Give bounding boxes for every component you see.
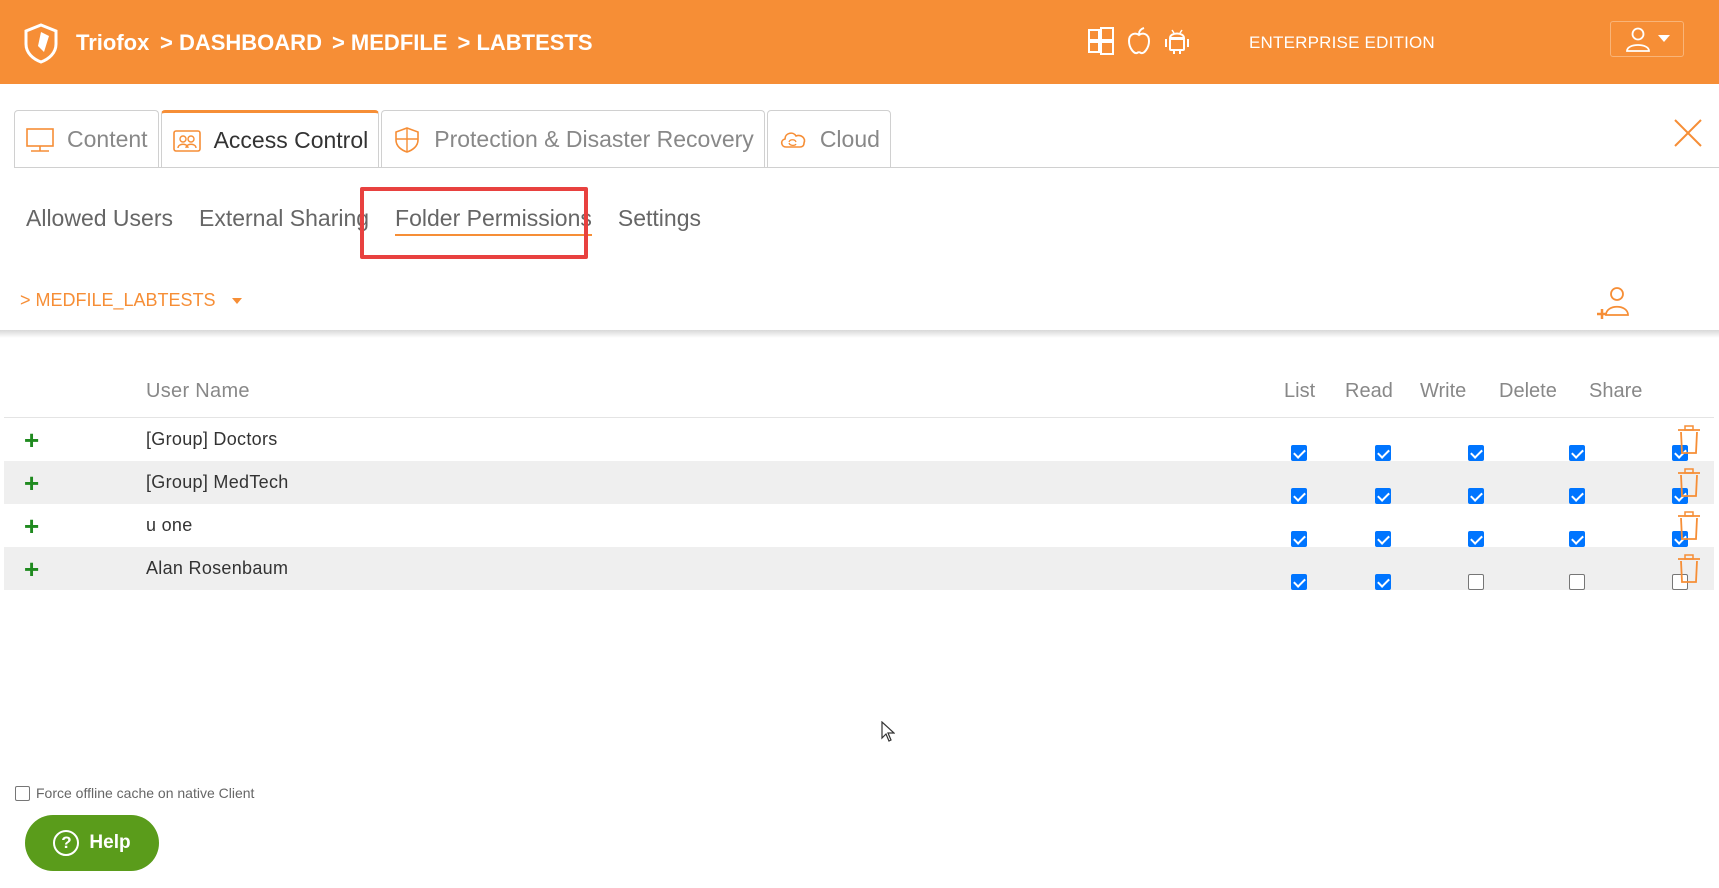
expand-plus-icon[interactable]: + xyxy=(24,513,44,539)
tab-protection-label: Protection & Disaster Recovery xyxy=(434,126,754,152)
tab-cloud-label: Cloud xyxy=(819,126,880,152)
table-row: + u one xyxy=(4,504,1714,547)
write-permission-checkbox[interactable] xyxy=(1468,487,1484,504)
brand-name[interactable]: Triofox xyxy=(76,30,149,56)
tab-content-label: Content xyxy=(67,126,148,152)
read-permission-checkbox[interactable] xyxy=(1375,444,1391,461)
main-tabs: Content Access Control Protection & Disa… xyxy=(14,110,893,168)
column-header-read: Read xyxy=(1345,379,1393,402)
shield-icon xyxy=(395,126,420,153)
column-header-list: List xyxy=(1284,379,1316,402)
read-permission-checkbox[interactable] xyxy=(1375,487,1391,504)
tab-content[interactable]: Content xyxy=(14,110,159,168)
help-button[interactable]: ? Help xyxy=(25,815,159,871)
offline-cache-option: Force offline cache on native Client xyxy=(15,785,254,801)
delete-trash-icon[interactable] xyxy=(1676,467,1702,498)
delete-permission-checkbox[interactable] xyxy=(1569,487,1585,504)
tab-access-control-label: Access Control xyxy=(213,127,369,153)
expand-plus-icon[interactable]: + xyxy=(24,427,44,453)
write-permission-checkbox[interactable] xyxy=(1468,530,1484,547)
table-body: + [Group] Doctors + [Group] MedTech + u one + A… xyxy=(4,418,1714,590)
mouse-cursor-icon xyxy=(881,721,895,742)
tab-access-control[interactable]: Access Control xyxy=(160,110,380,168)
breadcrumb-labtests[interactable]: > LABTESTS xyxy=(457,30,592,56)
column-header-write: Write xyxy=(1420,379,1467,402)
tabs-divider xyxy=(14,167,1719,168)
tab-cloud[interactable]: Cloud xyxy=(766,110,891,168)
list-permission-checkbox[interactable] xyxy=(1291,573,1307,590)
close-icon[interactable] xyxy=(1672,117,1704,149)
subtab-settings[interactable]: Settings xyxy=(618,205,701,236)
write-permission-checkbox[interactable] xyxy=(1468,573,1484,590)
help-label: Help xyxy=(89,832,131,853)
list-permission-checkbox[interactable] xyxy=(1291,444,1307,461)
user-name-cell: [Group] Doctors xyxy=(146,429,278,449)
cloud-sync-icon xyxy=(780,131,806,148)
delete-permission-checkbox[interactable] xyxy=(1569,530,1585,547)
user-name-cell: Alan Rosenbaum xyxy=(146,558,289,578)
panel-shadow xyxy=(0,330,1719,338)
table-header: User Name List Read Write Delete Share xyxy=(4,365,1714,418)
breadcrumb: > DASHBOARD > MEDFILE > LABTESTS xyxy=(160,30,593,56)
read-permission-checkbox[interactable] xyxy=(1375,530,1391,547)
monitor-icon xyxy=(26,127,54,152)
subtab-external-sharing[interactable]: External Sharing xyxy=(199,205,369,236)
user-menu-button[interactable] xyxy=(1610,21,1684,57)
column-header-delete: Delete xyxy=(1499,379,1557,402)
offline-cache-label: Force offline cache on native Client xyxy=(36,785,255,801)
windows-icon[interactable] xyxy=(1087,26,1115,56)
read-permission-checkbox[interactable] xyxy=(1375,573,1391,590)
chevron-down-icon xyxy=(1658,35,1670,42)
add-user-icon[interactable] xyxy=(1594,284,1634,320)
delete-trash-icon[interactable] xyxy=(1676,553,1702,584)
write-permission-checkbox[interactable] xyxy=(1468,444,1484,461)
table-row: + [Group] MedTech xyxy=(4,461,1714,504)
column-header-share: Share xyxy=(1589,379,1643,402)
delete-permission-checkbox[interactable] xyxy=(1569,444,1585,461)
tab-protection[interactable]: Protection & Disaster Recovery xyxy=(381,110,765,168)
folder-path-label: > MEDFILE_LABTESTS xyxy=(20,290,216,310)
list-permission-checkbox[interactable] xyxy=(1291,530,1307,547)
user-name-cell: u one xyxy=(146,515,193,535)
caret-down-icon xyxy=(231,297,242,304)
breadcrumb-dashboard[interactable]: > DASHBOARD xyxy=(160,30,322,56)
platform-icons xyxy=(1087,26,1191,56)
help-icon: ? xyxy=(53,830,80,856)
subtab-allowed-users[interactable]: Allowed Users xyxy=(26,205,173,236)
highlight-box xyxy=(360,187,588,259)
permissions-table: User Name List Read Write Delete Share +… xyxy=(4,365,1714,590)
top-bar: Triofox > DASHBOARD > MEDFILE > LABTESTS… xyxy=(0,0,1719,84)
delete-trash-icon[interactable] xyxy=(1676,510,1702,541)
user-icon xyxy=(1626,27,1650,52)
apple-icon[interactable] xyxy=(1125,26,1153,56)
user-name-cell: [Group] MedTech xyxy=(146,472,289,492)
expand-plus-icon[interactable]: + xyxy=(24,556,44,582)
delete-permission-checkbox[interactable] xyxy=(1569,573,1585,590)
breadcrumb-medfile[interactable]: > MEDFILE xyxy=(332,30,448,56)
list-permission-checkbox[interactable] xyxy=(1291,487,1307,504)
users-icon xyxy=(172,129,201,152)
column-header-user-name[interactable]: User Name xyxy=(146,380,250,403)
folder-path-selector[interactable]: > MEDFILE_LABTESTS xyxy=(20,290,242,311)
edition-label: ENTERPRISE EDITION xyxy=(1249,33,1435,52)
table-row: + Alan Rosenbaum xyxy=(4,547,1714,590)
triofox-logo-icon[interactable] xyxy=(22,22,60,64)
expand-plus-icon[interactable]: + xyxy=(24,470,44,496)
table-row: + [Group] Doctors xyxy=(4,418,1714,461)
android-icon[interactable] xyxy=(1163,26,1191,56)
delete-trash-icon[interactable] xyxy=(1676,424,1702,455)
offline-cache-checkbox[interactable] xyxy=(15,785,30,801)
